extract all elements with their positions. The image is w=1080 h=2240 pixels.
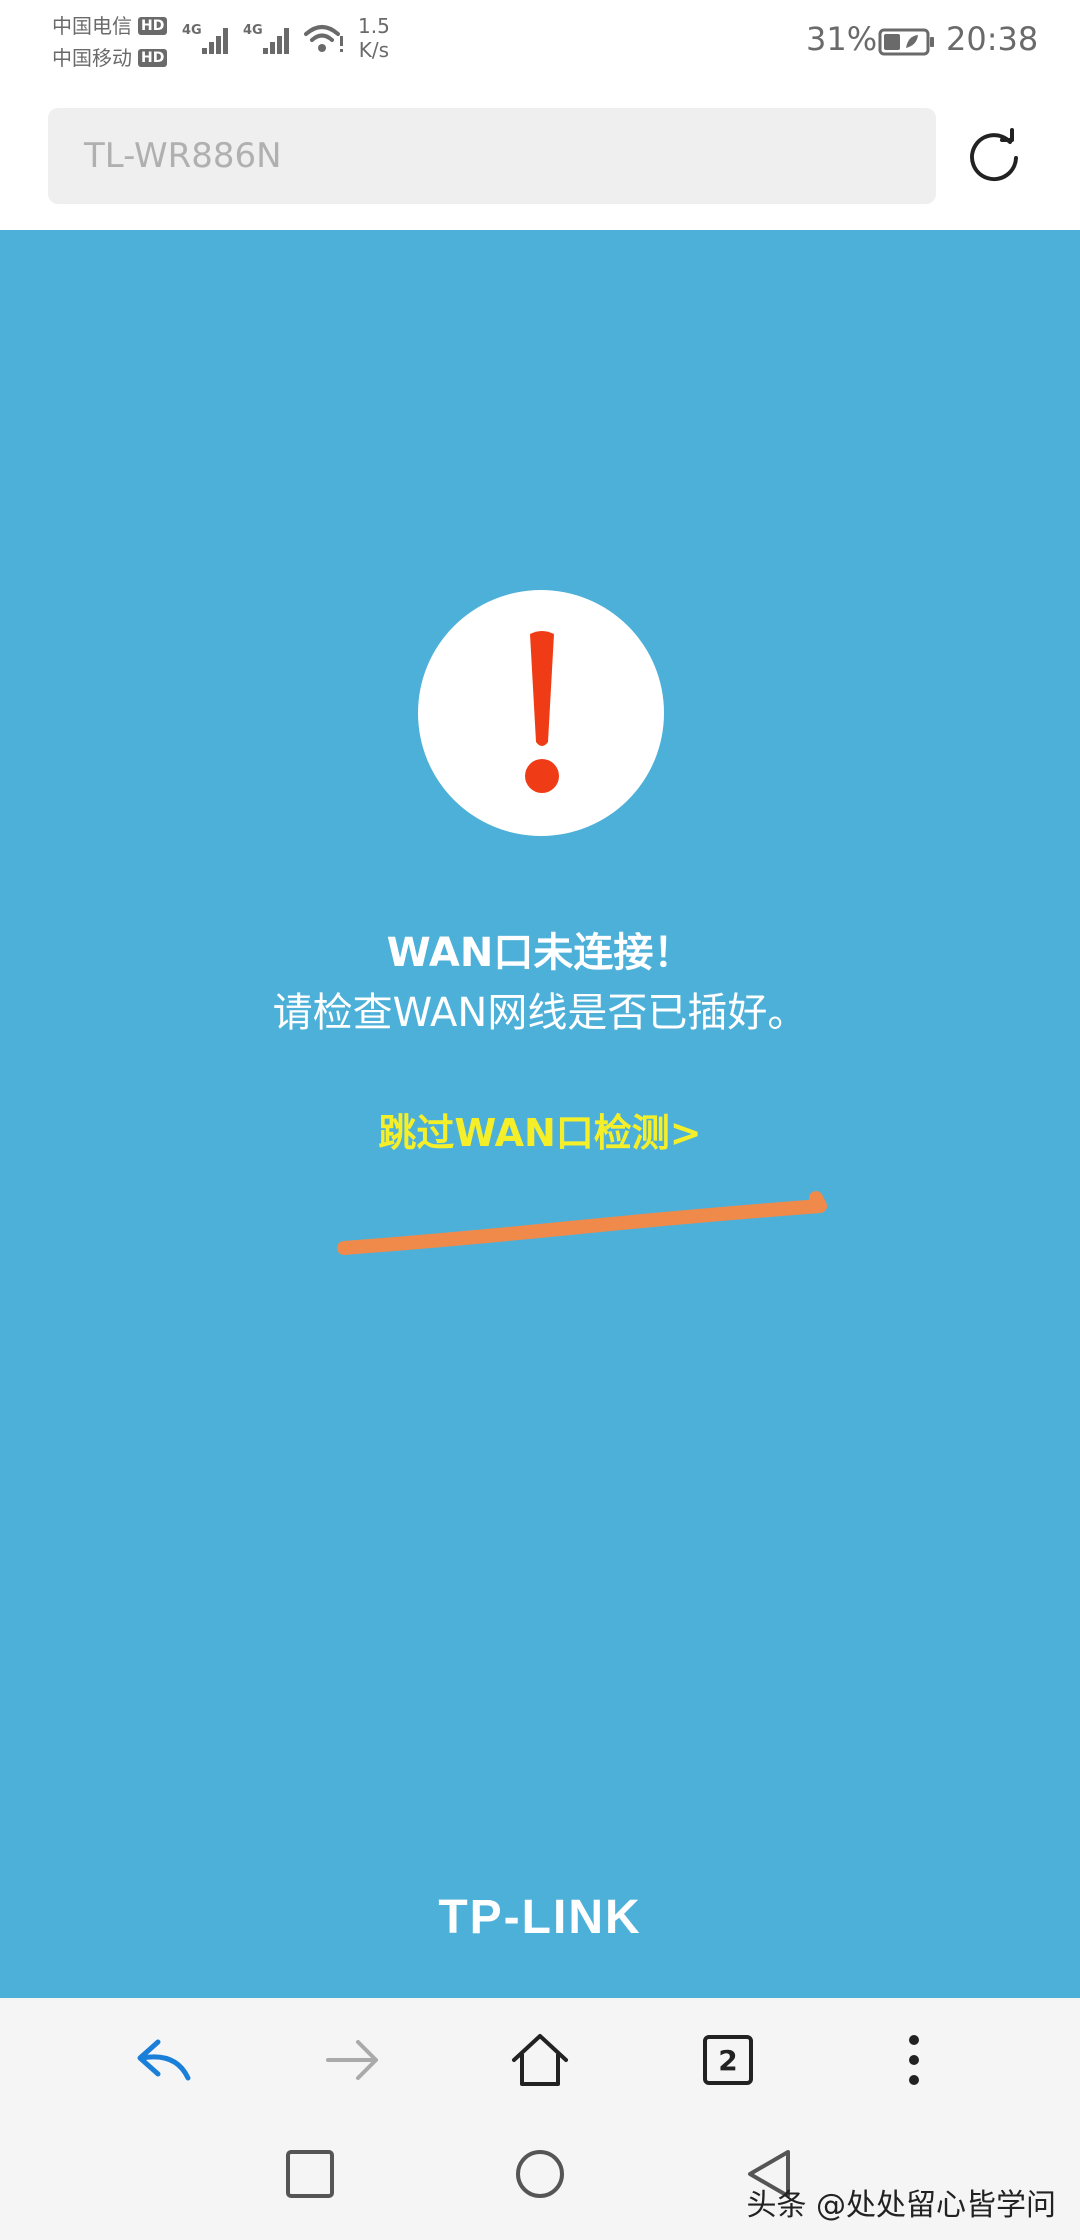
browser-address-bar: TL-WR886N xyxy=(0,82,1080,230)
network-type-label: 4G xyxy=(182,23,202,38)
clock: 20:38 xyxy=(946,20,1039,58)
wan-error-title: WAN口未连接！ xyxy=(386,930,694,976)
more-menu-button[interactable] xyxy=(882,2028,946,2092)
forward-button[interactable] xyxy=(320,2028,384,2092)
skip-wan-detection-link[interactable]: 跳过WAN口检测> xyxy=(0,1102,1080,1157)
back-arrow-icon xyxy=(137,2039,191,2081)
refresh-icon[interactable] xyxy=(966,128,1022,188)
tabs-button[interactable]: 2 xyxy=(696,2028,760,2092)
browser-toolbar: 2 xyxy=(0,1998,1080,2118)
system-navigation-bar: 头条 @处处留心皆学问 xyxy=(0,2118,1080,2240)
watermark: 头条 @处处留心皆学问 xyxy=(746,2188,1056,2223)
battery-percent: 31% xyxy=(806,20,878,58)
home-button[interactable] xyxy=(508,2028,572,2092)
recent-apps-button[interactable] xyxy=(284,2148,336,2204)
forward-arrow-icon xyxy=(326,2040,378,2080)
tab-count: 2 xyxy=(703,2035,753,2085)
alert-circle xyxy=(418,590,664,836)
battery-icon xyxy=(878,28,936,60)
status-bar: 中国电信 HD 中国移动 HD 4G 4G 1.5 K/s 31% 20:38 xyxy=(0,0,1080,82)
hd-badge: HD xyxy=(138,17,168,35)
wan-error-subtitle: 请检查WAN网线是否已插好。 xyxy=(272,990,808,1036)
exclamation-icon xyxy=(525,631,559,793)
annotation-underline xyxy=(330,1170,830,1264)
network-type-label: 4G xyxy=(243,23,263,38)
square-icon xyxy=(286,2150,334,2198)
back-button[interactable] xyxy=(132,2028,196,2092)
network-speed: 1.5 K/s xyxy=(358,14,390,62)
carrier-info: 中国电信 HD 中国移动 HD xyxy=(52,10,168,74)
carrier-2-label: 中国移动 xyxy=(52,46,132,70)
tp-link-logo: TP-LINK xyxy=(438,1891,642,1944)
circle-icon xyxy=(516,2150,564,2198)
carrier-1-label: 中国电信 xyxy=(52,14,132,38)
speed-unit: K/s xyxy=(358,38,390,62)
signal-strength-icon: 4G xyxy=(243,20,297,64)
speed-value: 1.5 xyxy=(358,14,390,38)
home-icon xyxy=(512,2034,568,2086)
router-setup-page: WAN口未连接！ 请检查WAN网线是否已插好。 跳过WAN口检测> TP-LIN… xyxy=(0,230,1080,1998)
signal-strength-icon: 4G xyxy=(182,20,236,64)
hd-badge: HD xyxy=(138,49,168,67)
wifi-icon xyxy=(302,22,346,62)
more-vertical-icon xyxy=(909,2035,919,2085)
system-home-button[interactable] xyxy=(514,2148,566,2204)
url-input[interactable]: TL-WR886N xyxy=(48,108,936,204)
